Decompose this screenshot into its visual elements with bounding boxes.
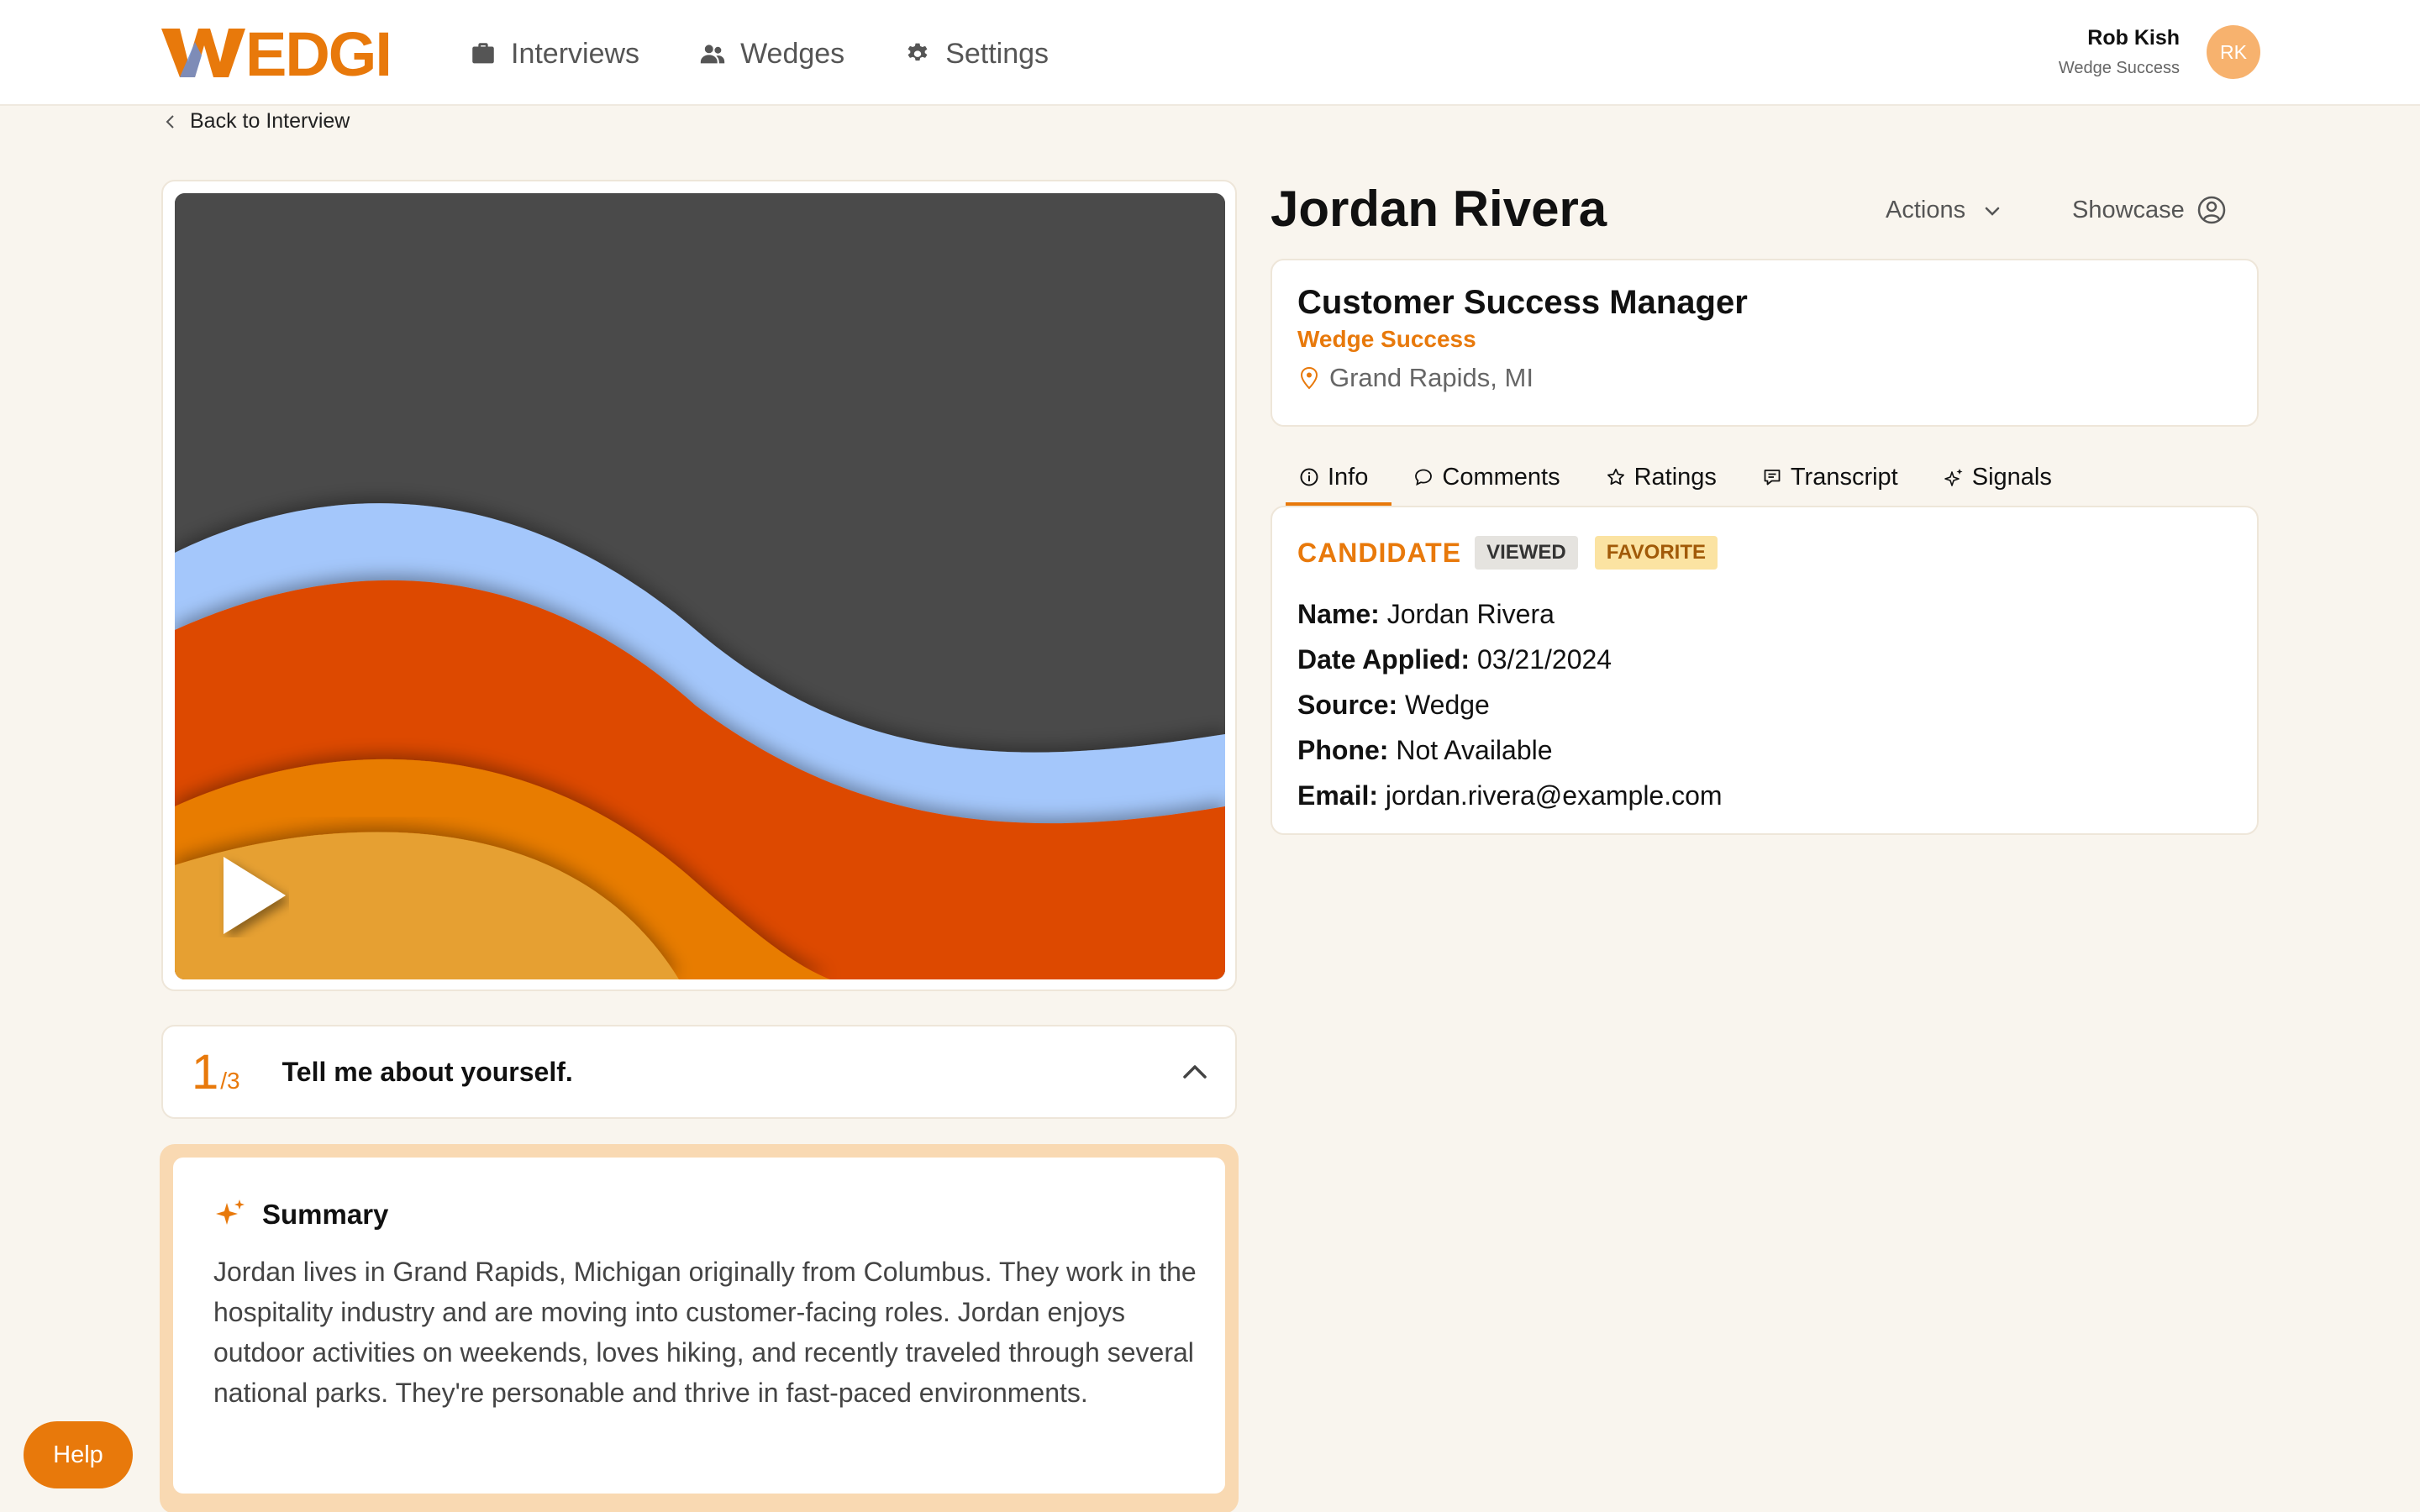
summary-text: Jordan lives in Grand Rapids, Michigan o… [213, 1257, 1197, 1408]
field-value: Not Available [1396, 735, 1553, 765]
gear-icon [908, 43, 928, 61]
job-title: Customer Success Manager [1297, 284, 1748, 321]
tab-label: Transcript [1790, 463, 1898, 491]
question-number: 1 [192, 1044, 219, 1100]
chevron-up-icon[interactable] [1180, 1057, 1210, 1087]
viewed-badge: VIEWED [1475, 536, 1578, 570]
tab-label: Comments [1442, 463, 1560, 491]
nav-label: Interviews [511, 37, 640, 70]
field-value: Jordan Rivera [1386, 599, 1555, 629]
tab-label: Ratings [1634, 463, 1717, 491]
main-nav: Interviews Wedges Settings [469, 32, 1049, 76]
summary-panel: Summary Jordan lives in Grand Rapids, Mi… [160, 1144, 1239, 1512]
location-text: Grand Rapids, MI [1329, 363, 1534, 392]
nav-item-settings[interactable]: Settings [903, 32, 1049, 76]
play-icon[interactable] [218, 853, 289, 937]
field-label: Source: [1297, 690, 1398, 720]
video-card [161, 180, 1237, 991]
info-row-name: Name: Jordan Rivera [1297, 591, 1723, 637]
candidate-label: CANDIDATE [1297, 537, 1462, 568]
star-icon [1607, 468, 1624, 486]
help-button[interactable]: Help [24, 1421, 133, 1488]
user-company: Wedge Success [2058, 59, 2180, 77]
briefcase-icon [472, 43, 494, 64]
video-player[interactable] [175, 193, 1225, 979]
map-pin-icon [1300, 366, 1318, 390]
tab-info[interactable]: Info [1285, 454, 1392, 506]
info-row-phone: Phone: Not Available [1297, 727, 1723, 773]
tab-label: Info [1328, 463, 1369, 491]
nav-label: Wedges [740, 37, 845, 70]
info-card: CANDIDATE VIEWED FAVORITE Name: Jordan R… [1270, 506, 2259, 835]
field-label: Phone: [1297, 735, 1389, 765]
question-accordion[interactable]: 1 /3 Tell me about yourself. [161, 1025, 1237, 1119]
job-company[interactable]: Wedge Success [1297, 326, 1476, 353]
summary-title: Summary [262, 1199, 389, 1230]
user-menu[interactable]: Rob Kish Wedge Success RK [2059, 25, 2260, 79]
users-icon [700, 45, 725, 64]
field-value: Wedge [1405, 690, 1490, 720]
user-name: Rob Kish [2087, 26, 2180, 50]
candidate-name: Jordan Rivera [1270, 181, 1607, 237]
chevron-down-icon [1985, 207, 2000, 216]
transcript-icon [1764, 470, 1781, 486]
showcase-label: Showcase [2072, 196, 2185, 223]
field-label: Email: [1297, 780, 1379, 811]
top-bar: EDGE Interviews Wedges Settings Rob Kish… [0, 0, 2420, 106]
info-fields: Name: Jordan Rivera Date Applied: 03/21/… [1297, 591, 1723, 818]
favorite-badge: FAVORITE [1594, 536, 1718, 570]
job-location: Grand Rapids, MI [1297, 363, 1534, 393]
signals-sparkle-icon [1944, 469, 1963, 486]
question-text: Tell me about yourself. [281, 1056, 573, 1087]
summary-card: Summary Jordan lives in Grand Rapids, Mi… [173, 1158, 1225, 1494]
user-circle-icon [2197, 196, 2226, 224]
svg-text:EDGE: EDGE [245, 25, 388, 79]
sparkle-icon [216, 1200, 245, 1225]
field-label: Name: [1297, 599, 1380, 629]
comment-icon [1415, 469, 1433, 486]
back-label: Back to Interview [190, 109, 350, 133]
actions-label: Actions [1886, 197, 1966, 223]
info-icon [1300, 468, 1318, 486]
info-row-source: Source: Wedge [1297, 682, 1723, 727]
wedge-logo[interactable]: EDGE [161, 25, 388, 79]
info-row-email: Email: jordan.rivera@example.com [1297, 773, 1723, 818]
avatar[interactable]: RK [2207, 25, 2260, 79]
showcase-button[interactable]: Showcase [2072, 195, 2227, 225]
tab-label: Signals [1971, 463, 2052, 491]
candidate-tabs: Info Comments Ratings Transcript Signals [1285, 454, 2054, 506]
summary-header: Summary [213, 1198, 388, 1231]
tab-comments[interactable]: Comments [1412, 454, 1561, 501]
tab-signals[interactable]: Signals [1942, 454, 2054, 501]
tab-transcript[interactable]: Transcript [1760, 454, 1900, 501]
field-value[interactable]: jordan.rivera@example.com [1386, 780, 1723, 811]
field-value: 03/21/2024 [1476, 644, 1612, 675]
nav-item-interviews[interactable]: Interviews [469, 32, 639, 76]
back-link[interactable]: Back to Interview [165, 109, 350, 134]
tab-ratings[interactable]: Ratings [1604, 454, 1718, 501]
video-thumbnail [175, 193, 1225, 979]
actions-dropdown[interactable]: Actions [1886, 197, 2002, 224]
question-total: /3 [220, 1068, 240, 1094]
chevron-left-icon [166, 114, 174, 129]
user-info: Rob Kish Wedge Success [2059, 26, 2180, 78]
nav-item-wedges[interactable]: Wedges [698, 32, 844, 76]
field-label: Date Applied: [1297, 644, 1470, 675]
nav-label: Settings [945, 37, 1050, 70]
job-card: Customer Success Manager Wedge Success G… [1270, 259, 2259, 427]
info-header: CANDIDATE VIEWED FAVORITE [1297, 536, 1718, 570]
info-row-date-applied: Date Applied: 03/21/2024 [1297, 637, 1723, 682]
